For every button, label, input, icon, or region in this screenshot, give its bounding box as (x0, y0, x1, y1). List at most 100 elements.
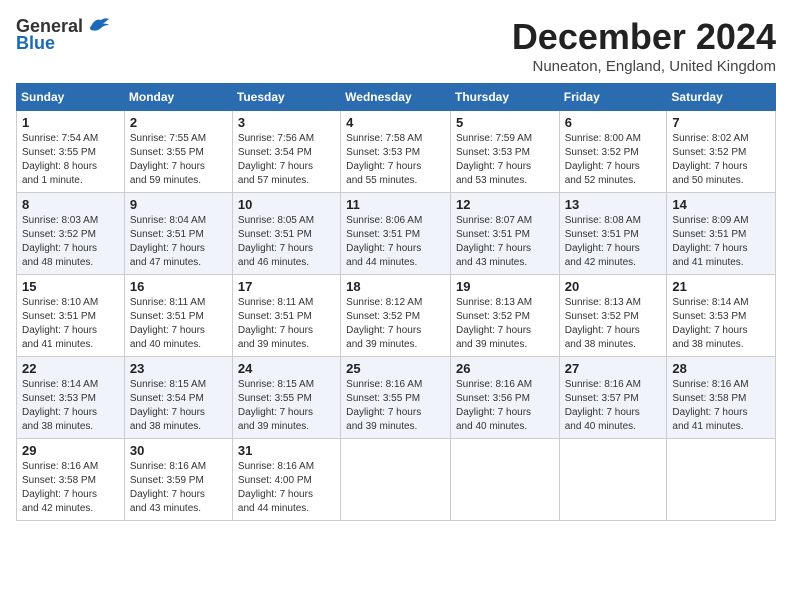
day-info: Sunrise: 8:14 AM Sunset: 3:53 PM Dayligh… (22, 378, 119, 434)
day-info: Sunrise: 8:16 AM Sunset: 3:58 PM Dayligh… (22, 460, 119, 516)
calendar-cell: 14 Sunrise: 8:09 AM Sunset: 3:51 PM Dayli… (667, 193, 776, 275)
calendar-cell: 24 Sunrise: 8:15 AM Sunset: 3:55 PM Dayli… (232, 357, 340, 439)
day-info: Sunrise: 8:16 AM Sunset: 3:55 PM Dayligh… (346, 378, 445, 434)
day-info: Sunrise: 8:15 AM Sunset: 3:55 PM Dayligh… (238, 378, 335, 434)
day-number: 15 (22, 279, 119, 294)
header-monday: Monday (124, 84, 232, 111)
day-number: 22 (22, 361, 119, 376)
logo: General Blue (16, 16, 109, 54)
day-info: Sunrise: 8:16 AM Sunset: 3:56 PM Dayligh… (456, 378, 554, 434)
day-number: 5 (456, 115, 554, 130)
day-info: Sunrise: 7:56 AM Sunset: 3:54 PM Dayligh… (238, 132, 335, 188)
header-tuesday: Tuesday (232, 84, 340, 111)
day-info: Sunrise: 8:13 AM Sunset: 3:52 PM Dayligh… (456, 296, 554, 352)
calendar-cell: 3 Sunrise: 7:56 AM Sunset: 3:54 PM Daylig… (232, 111, 340, 193)
calendar-cell: 16Sunrise: 8:11 AM Sunset: 3:51 PM Dayli… (124, 275, 232, 357)
day-number: 18 (346, 279, 445, 294)
day-info: Sunrise: 8:04 AM Sunset: 3:51 PM Dayligh… (130, 214, 227, 270)
day-info: Sunrise: 8:16 AM Sunset: 3:57 PM Dayligh… (565, 378, 662, 434)
calendar-cell: 18 Sunrise: 8:12 AM Sunset: 3:52 PM Dayli… (341, 275, 451, 357)
day-info: Sunrise: 8:11 AM Sunset: 3:51 PM Dayligh… (238, 296, 335, 352)
day-number: 3 (238, 115, 335, 130)
header-thursday: Thursday (450, 84, 559, 111)
header-sunday: Sunday (17, 84, 125, 111)
day-info: Sunrise: 8:16 AM Sunset: 4:00 PM Dayligh… (238, 460, 335, 516)
logo-bird-icon (87, 16, 109, 34)
calendar-cell: 7Sunrise: 8:02 AM Sunset: 3:52 PM Daylig… (667, 111, 776, 193)
calendar-cell: 27Sunrise: 8:16 AM Sunset: 3:57 PM Dayli… (559, 357, 667, 439)
day-number: 30 (130, 443, 227, 458)
day-number: 6 (565, 115, 662, 130)
day-number: 14 (672, 197, 770, 212)
day-info: Sunrise: 7:55 AM Sunset: 3:55 PM Dayligh… (130, 132, 227, 188)
day-info: Sunrise: 8:03 AM Sunset: 3:52 PM Dayligh… (22, 214, 119, 270)
calendar-cell: 30 Sunrise: 8:16 AM Sunset: 3:59 PM Dayli… (124, 439, 232, 521)
header-friday: Friday (559, 84, 667, 111)
day-number: 23 (130, 361, 227, 376)
day-info: Sunrise: 8:13 AM Sunset: 3:52 PM Dayligh… (565, 296, 662, 352)
day-info: Sunrise: 8:12 AM Sunset: 3:52 PM Dayligh… (346, 296, 445, 352)
calendar-cell: 23 Sunrise: 8:15 AM Sunset: 3:54 PM Dayli… (124, 357, 232, 439)
day-info: Sunrise: 8:16 AM Sunset: 3:59 PM Dayligh… (130, 460, 227, 516)
calendar-cell (450, 439, 559, 521)
day-number: 26 (456, 361, 554, 376)
logo-blue: Blue (16, 33, 55, 54)
calendar-cell: 6 Sunrise: 8:00 AM Sunset: 3:52 PM Daylig… (559, 111, 667, 193)
day-number: 21 (672, 279, 770, 294)
day-info: Sunrise: 8:06 AM Sunset: 3:51 PM Dayligh… (346, 214, 445, 270)
calendar-cell (667, 439, 776, 521)
day-number: 29 (22, 443, 119, 458)
day-number: 10 (238, 197, 335, 212)
day-number: 31 (238, 443, 335, 458)
day-number: 2 (130, 115, 227, 130)
location: Nuneaton, England, United Kingdom (512, 58, 776, 75)
day-number: 16 (130, 279, 227, 294)
day-number: 9 (130, 197, 227, 212)
calendar-table: Sunday Monday Tuesday Wednesday Thursday… (16, 83, 776, 521)
calendar-cell: 29 Sunrise: 8:16 AM Sunset: 3:58 PM Dayli… (17, 439, 125, 521)
day-number: 11 (346, 197, 445, 212)
day-info: Sunrise: 8:16 AM Sunset: 3:58 PM Dayligh… (672, 378, 770, 434)
day-number: 24 (238, 361, 335, 376)
calendar-cell: 28 Sunrise: 8:16 AM Sunset: 3:58 PM Dayli… (667, 357, 776, 439)
calendar-cell: 17Sunrise: 8:11 AM Sunset: 3:51 PM Dayli… (232, 275, 340, 357)
day-info: Sunrise: 8:07 AM Sunset: 3:51 PM Dayligh… (456, 214, 554, 270)
calendar-header-row: Sunday Monday Tuesday Wednesday Thursday… (17, 84, 776, 111)
header-wednesday: Wednesday (341, 84, 451, 111)
calendar-cell: 5 Sunrise: 7:59 AM Sunset: 3:53 PM Daylig… (450, 111, 559, 193)
day-number: 4 (346, 115, 445, 130)
calendar-cell: 19 Sunrise: 8:13 AM Sunset: 3:52 PM Dayli… (450, 275, 559, 357)
day-number: 8 (22, 197, 119, 212)
calendar-cell: 9 Sunrise: 8:04 AM Sunset: 3:51 PM Daylig… (124, 193, 232, 275)
day-info: Sunrise: 8:09 AM Sunset: 3:51 PM Dayligh… (672, 214, 770, 270)
day-info: Sunrise: 8:05 AM Sunset: 3:51 PM Dayligh… (238, 214, 335, 270)
day-number: 12 (456, 197, 554, 212)
day-info: Sunrise: 8:02 AM Sunset: 3:52 PM Dayligh… (672, 132, 770, 188)
day-number: 20 (565, 279, 662, 294)
day-number: 28 (672, 361, 770, 376)
calendar-cell: 15 Sunrise: 8:10 AM Sunset: 3:51 PM Dayli… (17, 275, 125, 357)
calendar-cell: 21Sunrise: 8:14 AM Sunset: 3:53 PM Dayli… (667, 275, 776, 357)
day-info: Sunrise: 8:00 AM Sunset: 3:52 PM Dayligh… (565, 132, 662, 188)
day-number: 25 (346, 361, 445, 376)
day-info: Sunrise: 8:08 AM Sunset: 3:51 PM Dayligh… (565, 214, 662, 270)
calendar-cell: 20 Sunrise: 8:13 AM Sunset: 3:52 PM Dayli… (559, 275, 667, 357)
month-title: December 2024 (512, 16, 776, 58)
calendar-cell: 2 Sunrise: 7:55 AM Sunset: 3:55 PM Daylig… (124, 111, 232, 193)
day-number: 13 (565, 197, 662, 212)
day-info: Sunrise: 8:10 AM Sunset: 3:51 PM Dayligh… (22, 296, 119, 352)
day-info: Sunrise: 7:59 AM Sunset: 3:53 PM Dayligh… (456, 132, 554, 188)
calendar-cell: 1Sunrise: 7:54 AM Sunset: 3:55 PM Daylig… (17, 111, 125, 193)
calendar-cell: 10 Sunrise: 8:05 AM Sunset: 3:51 PM Dayli… (232, 193, 340, 275)
day-info: Sunrise: 7:58 AM Sunset: 3:53 PM Dayligh… (346, 132, 445, 188)
calendar-cell: 11 Sunrise: 8:06 AM Sunset: 3:51 PM Dayli… (341, 193, 451, 275)
calendar-cell: 13 Sunrise: 8:08 AM Sunset: 3:51 PM Dayli… (559, 193, 667, 275)
day-number: 19 (456, 279, 554, 294)
day-info: Sunrise: 8:15 AM Sunset: 3:54 PM Dayligh… (130, 378, 227, 434)
calendar-cell: 4 Sunrise: 7:58 AM Sunset: 3:53 PM Daylig… (341, 111, 451, 193)
calendar-cell: 31 Sunrise: 8:16 AM Sunset: 4:00 PM Dayli… (232, 439, 340, 521)
calendar-cell (559, 439, 667, 521)
calendar-cell: 25 Sunrise: 8:16 AM Sunset: 3:55 PM Dayli… (341, 357, 451, 439)
calendar-cell: 8 Sunrise: 8:03 AM Sunset: 3:52 PM Daylig… (17, 193, 125, 275)
calendar-cell: 12 Sunrise: 8:07 AM Sunset: 3:51 PM Dayli… (450, 193, 559, 275)
